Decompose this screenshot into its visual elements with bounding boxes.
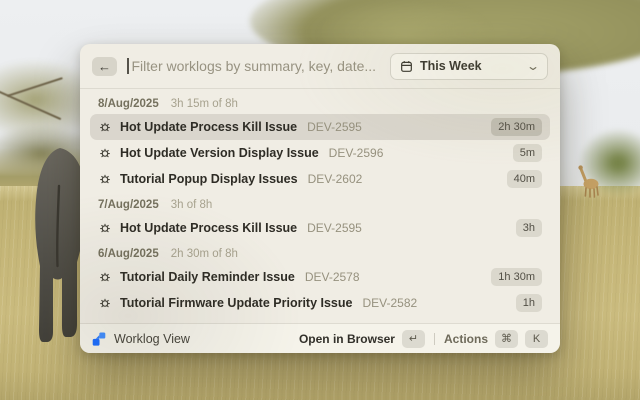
issue-key: DEV-2602 bbox=[307, 172, 363, 186]
footer-app-title: Worklog View bbox=[114, 331, 190, 346]
section-rows: Hot Update Process Kill Issue DEV-2595 2… bbox=[90, 114, 550, 192]
worklog-row[interactable]: Tutorial Daily Reminder Issue DEV-2578 1… bbox=[90, 264, 550, 290]
worklog-row[interactable]: Hot Update Process Kill Issue DEV-2595 2… bbox=[90, 114, 550, 140]
issue-key: DEV-2596 bbox=[328, 146, 384, 160]
bug-icon bbox=[98, 172, 112, 186]
section-header: 5/Aug/2025 5h 20m of 8h bbox=[90, 316, 550, 323]
section-date: 7/Aug/2025 bbox=[98, 199, 159, 211]
bug-icon bbox=[98, 120, 112, 134]
duration-badge: 1h 30m bbox=[491, 268, 542, 286]
open-in-browser-button[interactable]: Open in Browser bbox=[299, 332, 395, 346]
jira-icon bbox=[92, 332, 106, 346]
worklog-section: 5/Aug/2025 5h 20m of 8h bbox=[90, 316, 550, 323]
chevron-down-icon: ⌄ bbox=[525, 59, 541, 73]
footer-bar: Worklog View Open in Browser ↵ Actions ⌘… bbox=[80, 323, 560, 353]
giraffe-silhouette bbox=[577, 162, 603, 203]
back-arrow-icon: ← bbox=[98, 58, 111, 74]
period-dropdown-value: This Week bbox=[420, 59, 482, 73]
duration-badge: 1h bbox=[515, 294, 542, 312]
duration-badge: 2h 30m bbox=[491, 118, 542, 136]
bug-icon bbox=[98, 270, 112, 284]
search-input[interactable] bbox=[131, 58, 380, 74]
issue-title: Hot Update Version Display Issue bbox=[120, 146, 319, 160]
text-caret bbox=[127, 58, 129, 74]
bug-icon bbox=[98, 296, 112, 310]
footer-separator bbox=[433, 332, 435, 345]
search-bar: ← This Week ⌄ bbox=[80, 44, 560, 89]
enter-key-badge: ↵ bbox=[401, 329, 425, 348]
worklog-row[interactable]: Tutorial Popup Display Issues DEV-2602 4… bbox=[90, 166, 550, 192]
section-header: 8/Aug/2025 3h 15m of 8h bbox=[90, 91, 550, 114]
section-total: 2h 30m of 8h bbox=[170, 248, 238, 260]
issue-title: Hot Update Process Kill Issue bbox=[120, 120, 298, 134]
section-header: 6/Aug/2025 2h 30m of 8h bbox=[90, 241, 550, 264]
k-key-badge: K bbox=[525, 329, 548, 348]
duration-badge: 5m bbox=[512, 144, 542, 162]
issue-key: DEV-2595 bbox=[307, 120, 362, 134]
section-date: 8/Aug/2025 bbox=[98, 98, 159, 110]
issue-title: Tutorial Daily Reminder Issue bbox=[120, 270, 295, 284]
section-date: 6/Aug/2025 bbox=[98, 248, 159, 260]
search-field-wrap bbox=[127, 58, 380, 74]
desktop: ← This Week ⌄ 8/Aug/2025 3h 15m of bbox=[0, 0, 640, 400]
issue-title: Tutorial Firmware Update Priority Issue bbox=[120, 296, 353, 310]
worklog-section: 6/Aug/2025 2h 30m of 8h Tutorial Daily R… bbox=[90, 241, 550, 316]
section-total: 3h of 8h bbox=[170, 199, 213, 211]
cmd-key-badge: ⌘ bbox=[495, 329, 518, 348]
worklog-row[interactable]: Hot Update Process Kill Issue DEV-2595 3… bbox=[90, 215, 550, 241]
bug-icon bbox=[98, 221, 112, 235]
section-rows: Hot Update Process Kill Issue DEV-2595 3… bbox=[90, 215, 550, 241]
issue-key: DEV-2578 bbox=[304, 270, 360, 284]
section-header: 7/Aug/2025 3h of 8h bbox=[90, 192, 550, 215]
worklog-row[interactable]: Tutorial Firmware Update Priority Issue … bbox=[90, 290, 550, 316]
duration-badge: 40m bbox=[506, 170, 542, 188]
issue-key: DEV-2595 bbox=[307, 221, 362, 235]
worklog-section: 7/Aug/2025 3h of 8h Hot Update Process K… bbox=[90, 192, 550, 241]
section-total: 3h 15m of 8h bbox=[170, 98, 238, 110]
footer-actions: Open in Browser ↵ Actions ⌘ K bbox=[299, 329, 548, 348]
actions-button[interactable]: Actions bbox=[444, 332, 488, 346]
issue-key: DEV-2582 bbox=[362, 296, 418, 310]
issue-title: Hot Update Process Kill Issue bbox=[120, 221, 298, 235]
worklog-section: 8/Aug/2025 3h 15m of 8h Hot Update Proce… bbox=[90, 91, 550, 192]
section-rows: Tutorial Daily Reminder Issue DEV-2578 1… bbox=[90, 264, 550, 316]
worklog-row[interactable]: Hot Update Version Display Issue DEV-259… bbox=[90, 140, 550, 166]
calendar-icon bbox=[400, 60, 413, 73]
worklog-window: ← This Week ⌄ 8/Aug/2025 3h 15m of bbox=[80, 44, 560, 353]
bug-icon bbox=[98, 146, 112, 160]
back-button[interactable]: ← bbox=[92, 56, 117, 76]
duration-badge: 3h bbox=[515, 219, 542, 237]
period-dropdown[interactable]: This Week ⌄ bbox=[390, 52, 548, 80]
issue-title: Tutorial Popup Display Issues bbox=[120, 172, 298, 186]
worklog-list: 8/Aug/2025 3h 15m of 8h Hot Update Proce… bbox=[80, 89, 560, 323]
